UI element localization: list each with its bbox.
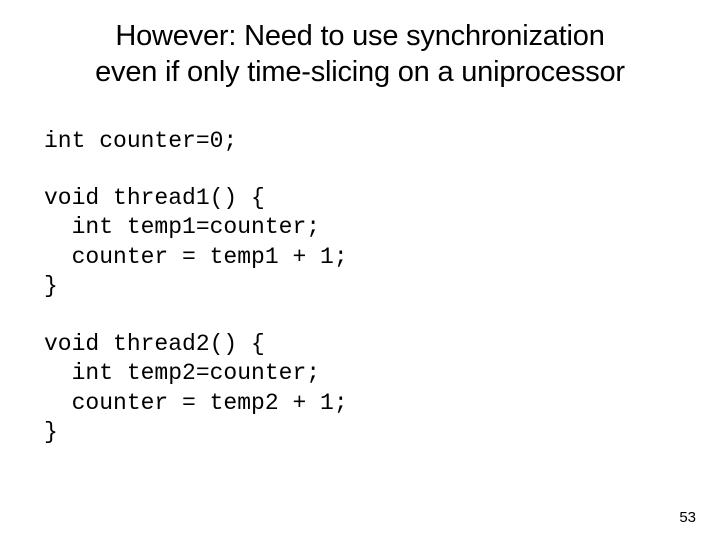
title-line-1: However: Need to use synchronization	[115, 20, 604, 52]
code-thread1: void thread1() { int temp1=counter; coun…	[44, 184, 708, 302]
title-line-2: even if only time-slicing on a uniproces…	[95, 56, 625, 88]
page-number: 53	[679, 509, 696, 526]
code-declaration: int counter=0;	[44, 127, 708, 156]
code-thread2: void thread2() { int temp2=counter; coun…	[44, 330, 708, 448]
slide-container: However: Need to use synchronization eve…	[0, 0, 720, 540]
page-title: However: Need to use synchronization eve…	[12, 18, 708, 91]
